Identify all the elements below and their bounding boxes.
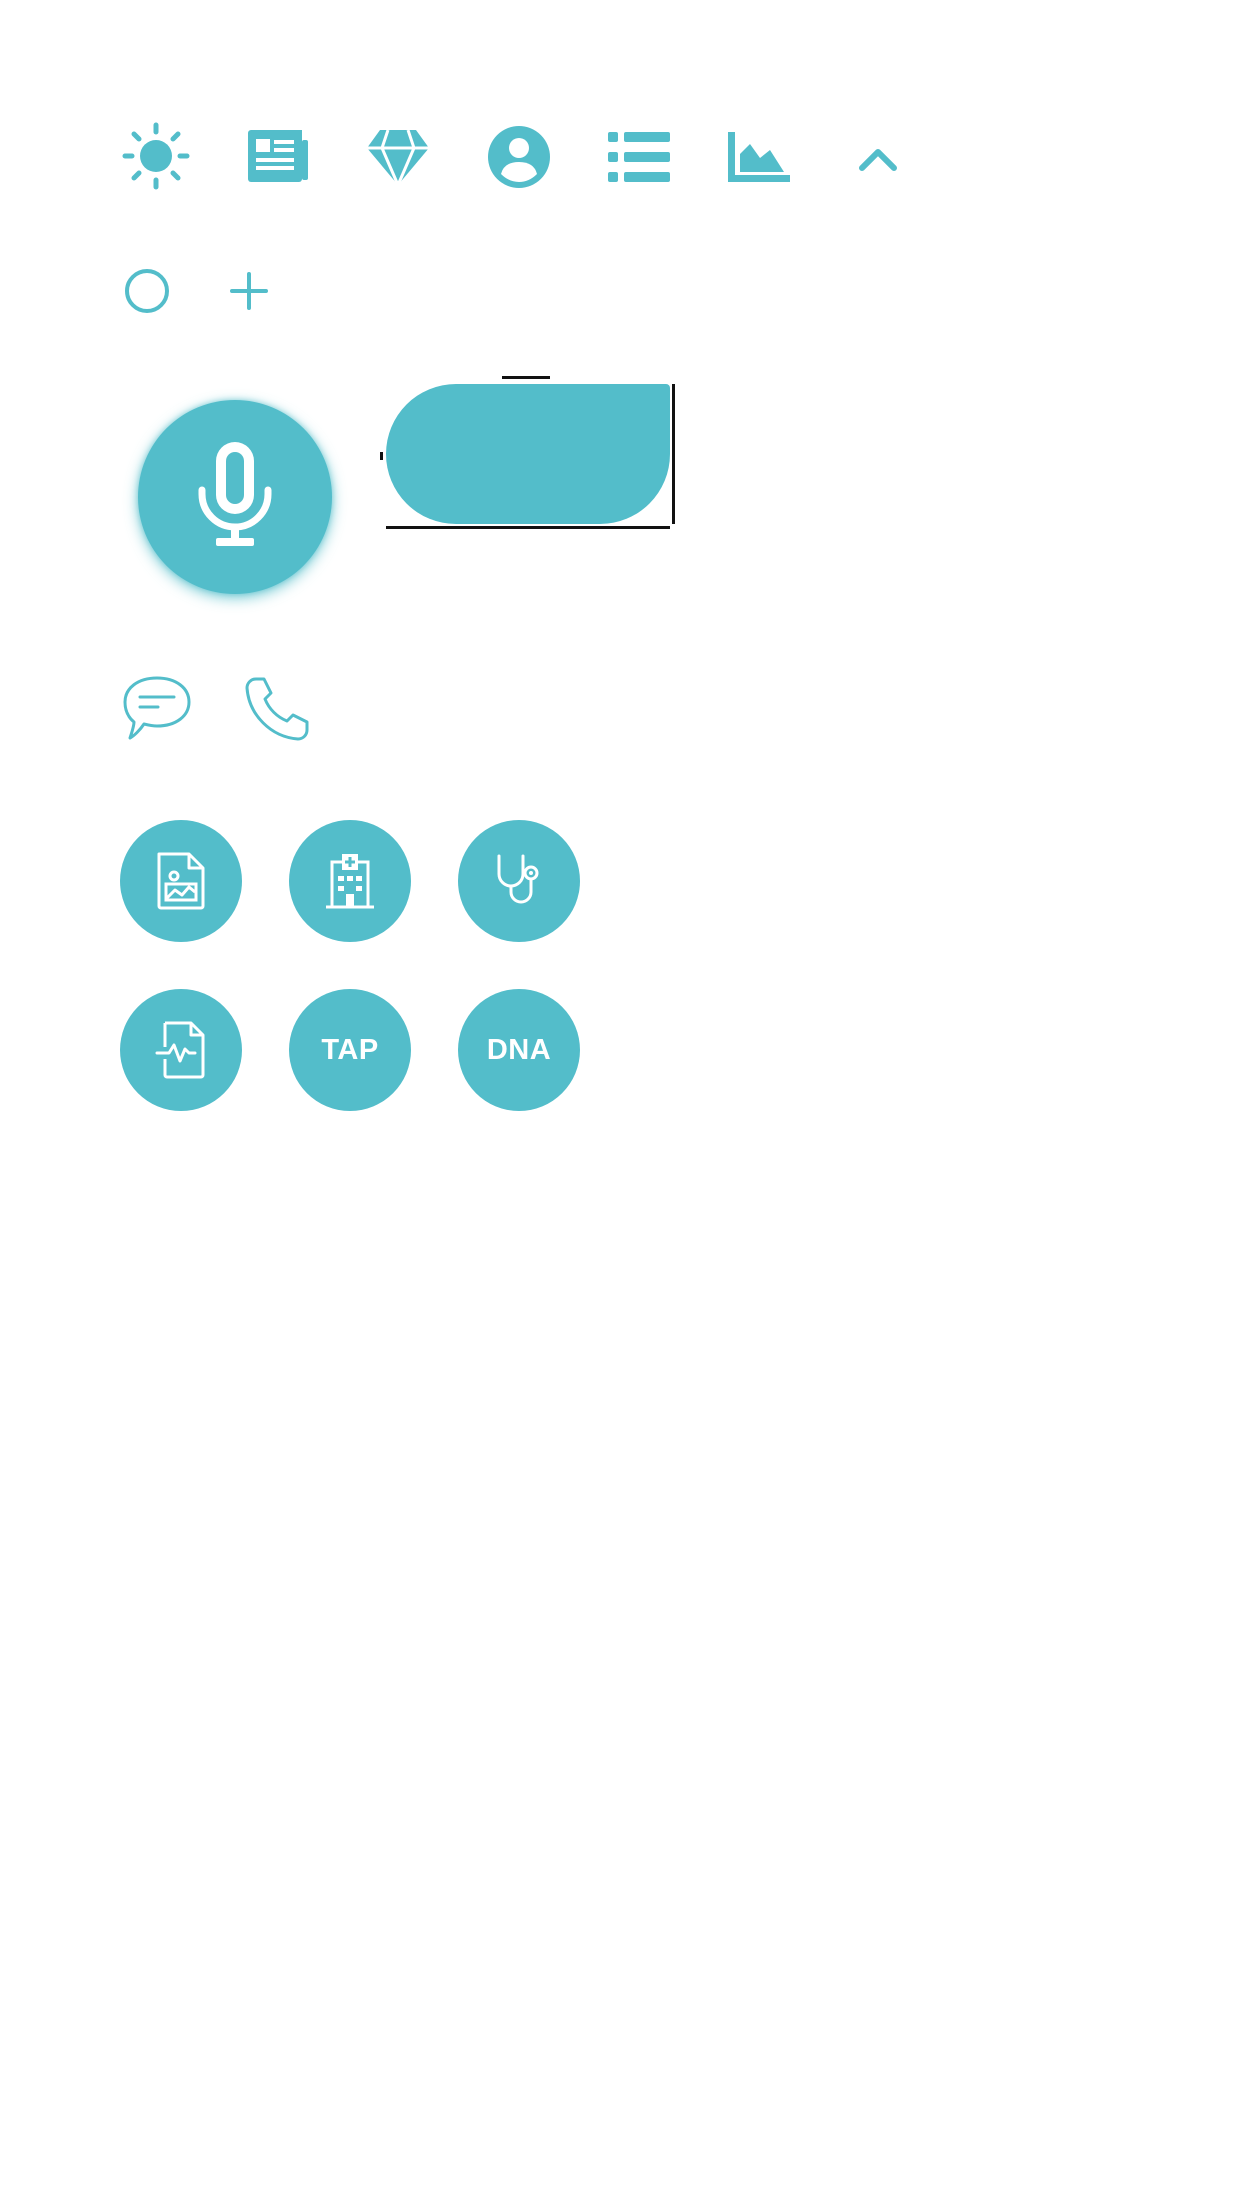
chat-bubble-icon[interactable] [122,674,192,744]
circle-outline-icon[interactable] [124,268,170,314]
right-edge [672,384,675,524]
medical-imaging-button[interactable] [120,820,242,942]
sun-icon[interactable] [122,122,190,190]
dna-button[interactable]: DNA [458,989,580,1111]
tap-label: TAP [321,1033,379,1066]
left-tick [380,452,383,460]
newspaper-icon[interactable] [246,130,308,182]
bottom-edge [386,526,670,529]
top-tick [502,376,550,379]
phone-icon[interactable] [244,676,310,742]
tap-button[interactable]: TAP [289,989,411,1111]
area-chart-icon[interactable] [728,132,790,182]
user-circle-icon[interactable] [488,126,550,188]
health-report-button[interactable] [120,989,242,1111]
recording-indicator [376,376,676,532]
recording-pill [386,384,670,524]
hospital-button[interactable] [289,820,411,942]
diamond-icon[interactable] [366,128,430,186]
plus-icon[interactable] [230,272,268,310]
doctor-button[interactable] [458,820,580,942]
chevron-up-icon[interactable] [858,146,898,172]
image-document-icon [155,852,207,910]
hospital-icon [324,852,376,910]
voice-input-button[interactable] [138,400,332,594]
stethoscope-icon [493,852,545,910]
pulse-document-icon [155,1021,207,1079]
list-icon[interactable] [608,132,670,182]
microphone-icon [196,442,274,550]
dna-label: DNA [486,1033,552,1066]
